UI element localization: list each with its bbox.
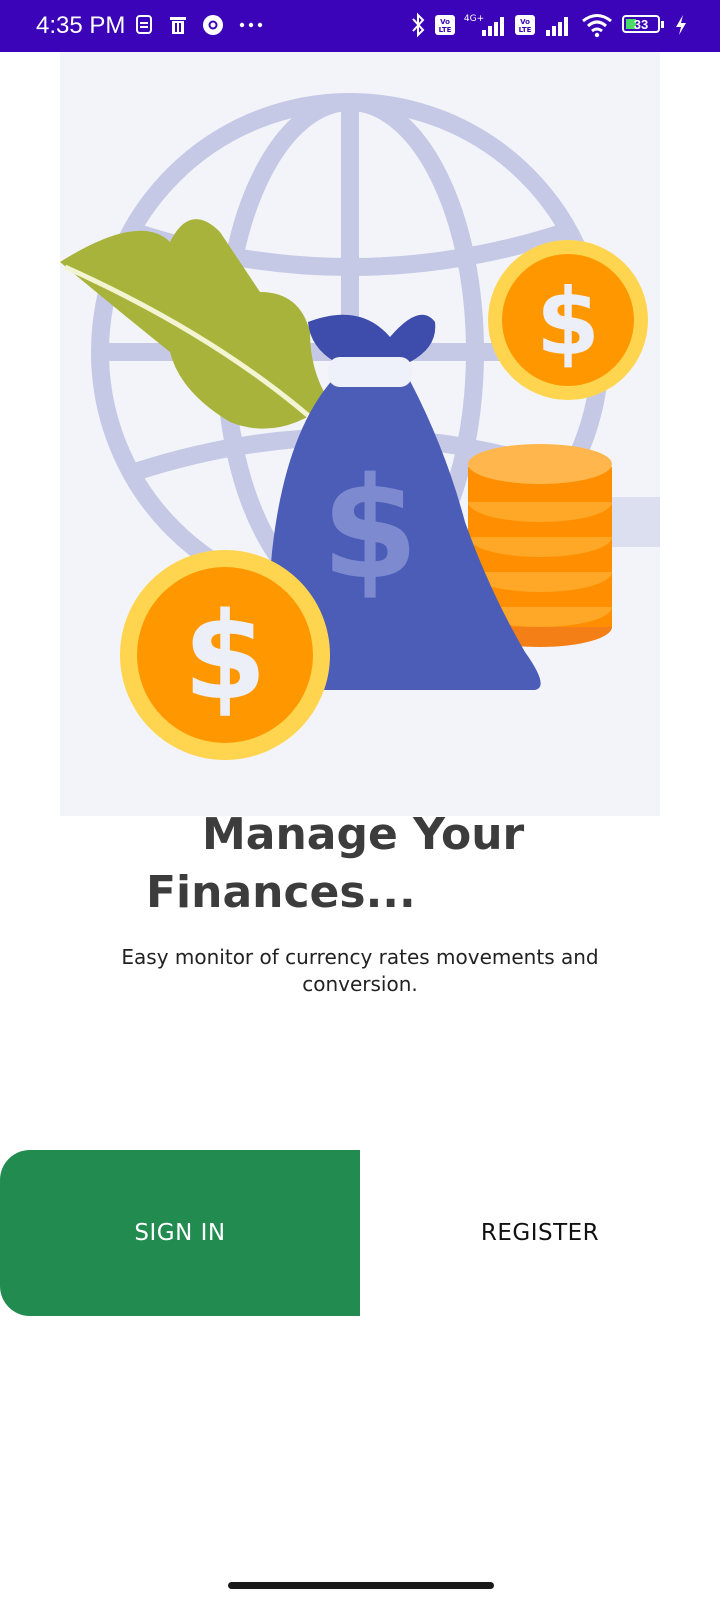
wifi-icon	[582, 14, 612, 38]
volte-icon: VoLTE	[515, 15, 535, 35]
svg-text:Vo: Vo	[520, 18, 530, 26]
page-title-line1: Manage Your	[202, 809, 525, 860]
volte-icon: VoLTE	[435, 15, 455, 35]
chrome-icon	[203, 15, 223, 35]
more-dots-icon	[239, 22, 263, 28]
status-bar: 4:35 PM Vo LTE 4G+ Vo LTE 33	[0, 0, 720, 52]
signal-icon: 4G+	[464, 14, 504, 36]
svg-text:Vo: Vo	[440, 18, 450, 26]
dollar-coin: $	[488, 240, 648, 400]
svg-text:LTE: LTE	[439, 26, 452, 34]
dollar-sign: $	[536, 269, 600, 376]
dollar-coin: $	[120, 550, 330, 760]
status-notification-icons	[134, 14, 264, 36]
home-indicator[interactable]	[228, 1582, 494, 1589]
sign-in-button[interactable]: SIGN IN	[0, 1150, 360, 1316]
signal-icon	[546, 17, 568, 36]
finance-illustration: $ $ $	[60, 93, 660, 760]
charging-icon	[676, 15, 686, 35]
battery-level: 33	[633, 17, 649, 32]
svg-text:LTE: LTE	[519, 26, 532, 34]
bluetooth-icon	[412, 12, 425, 38]
register-button[interactable]: REGISTER	[360, 1150, 720, 1316]
battery-icon: 33	[622, 14, 666, 36]
page-subtitle: Easy monitor of currency rates movements…	[121, 945, 599, 996]
dollar-sign: $	[183, 588, 267, 727]
network-type-label: 4G+	[464, 14, 484, 24]
notification-icon	[136, 15, 152, 34]
dollar-sign: $	[321, 448, 418, 611]
page-title-line2: Finances...	[146, 867, 416, 918]
hero-illustration: $ $ $	[60, 52, 660, 816]
trash-icon	[170, 17, 186, 34]
status-time: 4:35 PM	[36, 12, 126, 39]
status-system-icons: Vo LTE 4G+ Vo LTE 33	[410, 12, 688, 38]
